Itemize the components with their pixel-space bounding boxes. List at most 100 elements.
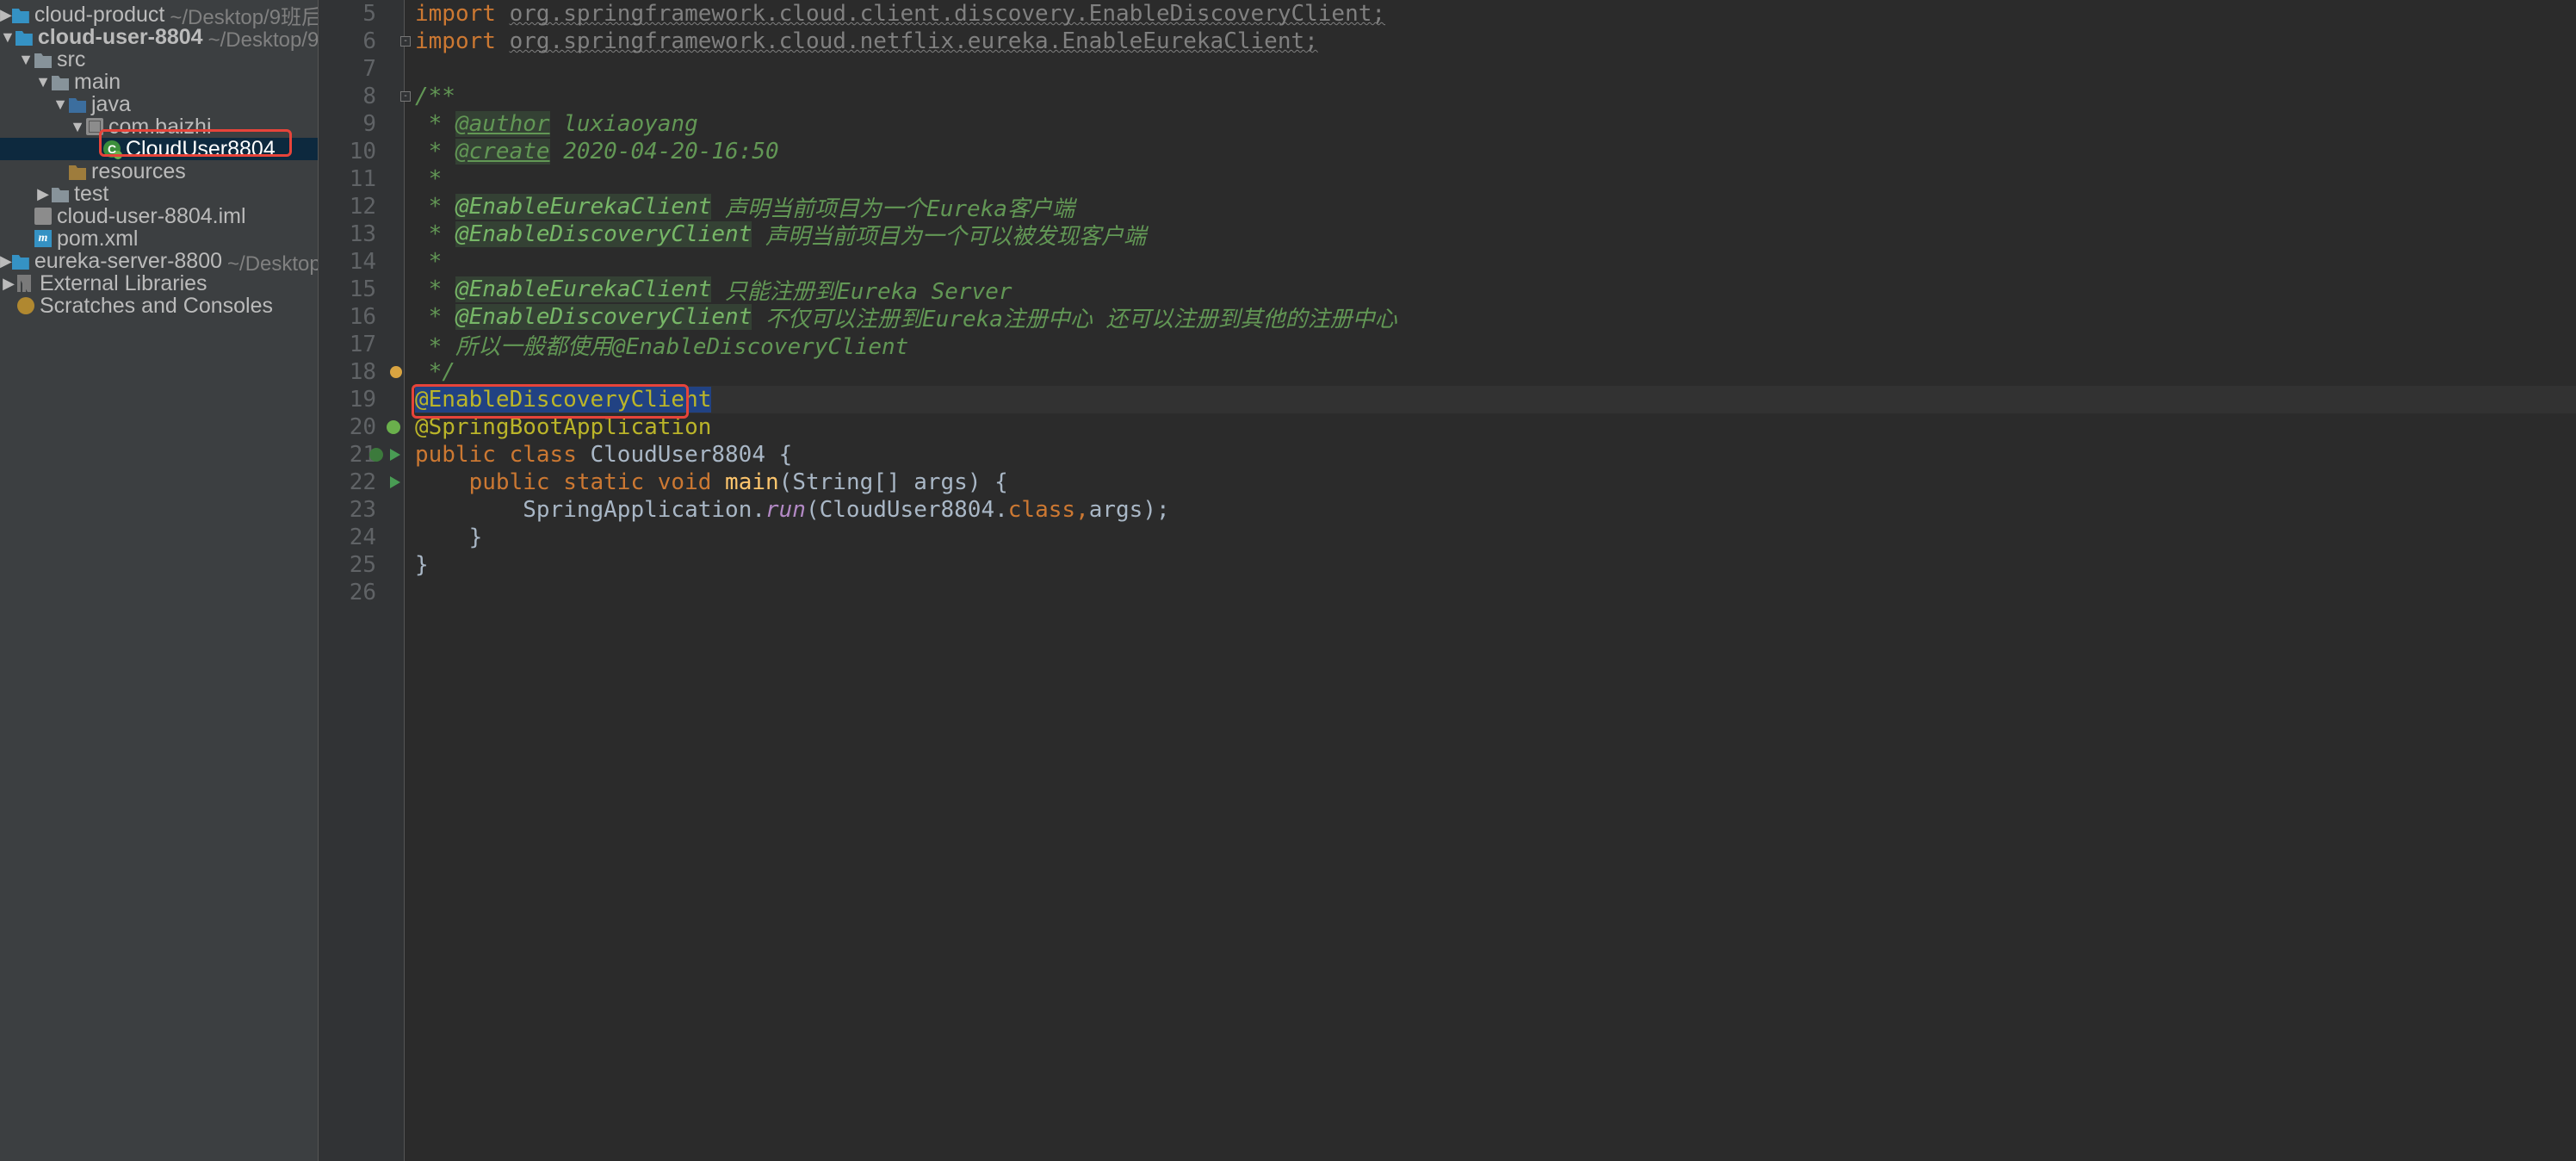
gutter-line[interactable]: 26 (319, 579, 404, 606)
code-line[interactable]: * @create 2020-04-20-16:50 (415, 138, 2576, 165)
code-line[interactable]: * @EnableEurekaClient 只能注册到Eureka Server (415, 276, 2576, 303)
tree-item-scratches[interactable]: ▶ Scratches and Consoles (0, 295, 318, 317)
gutter-line[interactable]: 15 (319, 276, 404, 303)
code-line[interactable]: import org.springframework.cloud.netflix… (415, 28, 2576, 55)
javadoc-tag: @EnableEurekaClient (455, 276, 711, 302)
tree-label: resources (91, 159, 186, 184)
line-number: 7 (362, 56, 376, 82)
class-name: CloudUser8804 (591, 442, 766, 468)
tree-item-clouduser-class[interactable]: ▶ CloudUser8804 (0, 138, 318, 160)
line-number: 20 (350, 414, 376, 440)
code-line[interactable] (415, 579, 2576, 606)
tree-item-main[interactable]: ▼ main (0, 71, 318, 93)
line-number: 9 (362, 111, 376, 137)
gutter-line[interactable]: 13 (319, 220, 404, 248)
chevron-down-icon: ▼ (52, 96, 69, 112)
tree-label: eureka-server-8800 (34, 249, 222, 274)
line-number: 26 (350, 580, 376, 605)
gutter-line[interactable]: 24 (319, 524, 404, 551)
code-line[interactable]: @EnableDiscoveryClient (415, 386, 2576, 413)
source-folder-icon (69, 96, 86, 113)
gutter-line[interactable]: 14 (319, 248, 404, 276)
gutter-line[interactable]: 17 (319, 331, 404, 358)
line-number: 15 (350, 276, 376, 302)
line-number: 10 (350, 139, 376, 165)
folder-icon (34, 51, 52, 68)
gutter-line[interactable]: 5 (319, 0, 404, 28)
chevron-down-icon: ▼ (17, 52, 34, 67)
code-line[interactable]: SpringApplication.run(CloudUser8804.clas… (415, 496, 2576, 524)
annotation: @EnableDiscoveryClient (415, 387, 711, 413)
run-icon[interactable] (390, 449, 400, 461)
tree-item-test[interactable]: ▶ test (0, 183, 318, 205)
folder-icon (52, 73, 69, 90)
line-number: 8 (362, 84, 376, 109)
tree-item-package[interactable]: ▼ com.baizhi (0, 115, 318, 138)
code-line[interactable]: /** (415, 83, 2576, 110)
tree-item-resources[interactable]: ▶ resources (0, 160, 318, 183)
method-name: main (725, 469, 779, 495)
gutter-line[interactable]: 9 (319, 110, 404, 138)
spring-bean-icon[interactable] (369, 448, 383, 462)
code-editor[interactable]: 5 6- 7 8- 9 10 11 12 13 14 15 16 17 18 1… (319, 0, 2576, 1161)
code-area[interactable]: import org.springframework.cloud.client.… (405, 0, 2576, 1161)
code-line[interactable]: public class CloudUser8804 { (415, 441, 2576, 469)
code-line[interactable]: } (415, 524, 2576, 551)
code-line[interactable]: */ (415, 358, 2576, 386)
tree-item-iml[interactable]: ▶ cloud-user-8804.iml (0, 205, 318, 227)
module-icon (12, 6, 29, 23)
tree-path: ~/Desktop/9班后期项 (208, 22, 319, 53)
code-line[interactable]: * @author luxiaoyang (415, 110, 2576, 138)
code-line[interactable]: @SpringBootApplication (415, 413, 2576, 441)
intention-bulb-icon[interactable] (390, 366, 402, 378)
project-tree[interactable]: ▶ cloud-product ~/Desktop/9班后期项目/ ▼ clou… (0, 0, 319, 1161)
gutter[interactable]: 5 6- 7 8- 9 10 11 12 13 14 15 16 17 18 1… (319, 0, 405, 1161)
tree-item-java[interactable]: ▼ java (0, 93, 318, 115)
code-line[interactable] (415, 55, 2576, 83)
import-path: org.springframework.cloud.client.discove… (510, 1, 1385, 27)
tree-label: pom.xml (57, 227, 138, 251)
gutter-line[interactable]: 21 (319, 441, 404, 469)
tree-path: ~/Desktop/9班后期 (227, 246, 319, 276)
resources-folder-icon (69, 163, 86, 180)
gutter-line[interactable]: 18 (319, 358, 404, 386)
tree-label: cloud-user-8804.iml (57, 204, 246, 229)
line-number: 19 (350, 387, 376, 413)
code-line[interactable]: import org.springframework.cloud.client.… (415, 0, 2576, 28)
module-icon (12, 252, 29, 270)
code-line[interactable]: * @EnableEurekaClient 声明当前项目为一个Eureka客户端 (415, 193, 2576, 220)
javadoc-tag: @EnableEurekaClient (455, 194, 711, 220)
line-number: 24 (350, 525, 376, 550)
line-number: 11 (350, 166, 376, 192)
gutter-line[interactable]: 8- (319, 83, 404, 110)
code-line[interactable]: public static void main(String[] args) { (415, 469, 2576, 496)
code-line[interactable]: * @EnableDiscoveryClient 声明当前项目为一个可以被发现客… (415, 220, 2576, 248)
code-line[interactable]: * 所以一般都使用@EnableDiscoveryClient (415, 331, 2576, 358)
gutter-line[interactable]: 20 (319, 413, 404, 441)
code-line[interactable]: * (415, 165, 2576, 193)
code-line[interactable]: * (415, 248, 2576, 276)
gutter-line[interactable]: 22 (319, 469, 404, 496)
gutter-line[interactable]: 19 (319, 386, 404, 413)
chevron-right-icon: ▶ (0, 276, 17, 291)
gutter-line[interactable]: 6- (319, 28, 404, 55)
gutter-line[interactable]: 25 (319, 551, 404, 579)
code-line[interactable]: } (415, 551, 2576, 579)
javadoc-tag: @EnableDiscoveryClient (455, 304, 752, 330)
gutter-line[interactable]: 10 (319, 138, 404, 165)
tree-item-cloud-user[interactable]: ▼ cloud-user-8804 ~/Desktop/9班后期项 (0, 26, 318, 48)
gutter-line[interactable]: 16 (319, 303, 404, 331)
gutter-line[interactable]: 12 (319, 193, 404, 220)
line-number: 16 (350, 304, 376, 330)
line-number: 14 (350, 249, 376, 275)
gutter-line[interactable]: 11 (319, 165, 404, 193)
annotation: @SpringBootApplication (415, 414, 711, 440)
tree-item-eureka[interactable]: ▶ eureka-server-8800 ~/Desktop/9班后期 (0, 250, 318, 272)
run-icon[interactable] (390, 476, 400, 488)
gutter-line[interactable]: 23 (319, 496, 404, 524)
spring-bean-icon[interactable] (387, 420, 400, 434)
code-line[interactable]: * @EnableDiscoveryClient 不仅可以注册到Eureka注册… (415, 303, 2576, 331)
tree-label: Scratches and Consoles (40, 294, 273, 319)
gutter-line[interactable]: 7 (319, 55, 404, 83)
chevron-down-icon: ▼ (69, 119, 86, 134)
